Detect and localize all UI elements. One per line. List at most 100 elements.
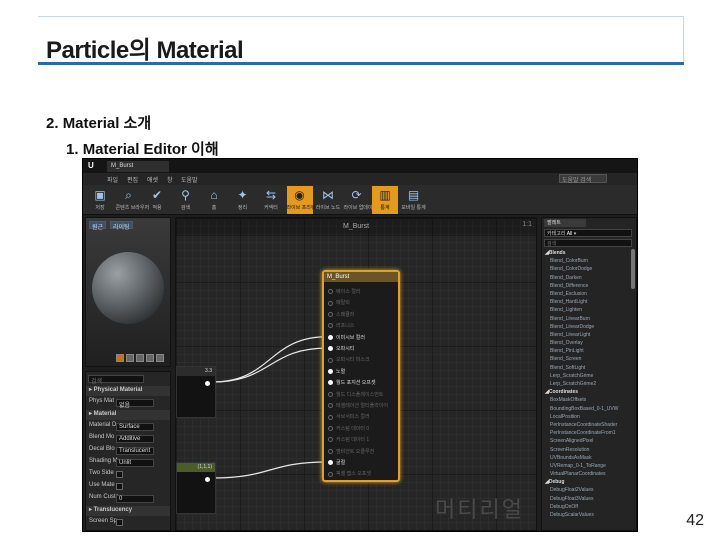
sphere-icon[interactable] [126, 354, 134, 362]
palette-item[interactable]: Blend_SoftLight [544, 364, 630, 372]
palette-tab[interactable]: 팔레트 [544, 219, 586, 227]
menu-window[interactable]: 창 [167, 175, 173, 184]
material-input-pin[interactable]: 커스텀 데이터 0 [328, 425, 369, 432]
menu-asset[interactable]: 애셋 [147, 175, 158, 184]
palette-item[interactable]: Blend_Lighten [544, 306, 630, 314]
document-tab[interactable]: M_Burst [107, 161, 169, 172]
palette-item[interactable]: Blend_ColorBurn [544, 257, 630, 265]
palette-item[interactable]: Blend_Difference [544, 282, 630, 290]
property-checkbox[interactable] [116, 483, 123, 490]
material-input-pin[interactable]: 오파시티 [328, 345, 354, 352]
material-input-pin[interactable]: 월드 포지션 오프셋 [328, 379, 376, 386]
palette-item[interactable]: Blend_HardLight [544, 298, 630, 306]
constant3vector-node[interactable]: (1,1,1) [176, 462, 216, 514]
material-input-pin[interactable]: 앰비언트 오클루전 [328, 448, 374, 455]
menu-edit[interactable]: 편집 [127, 175, 138, 184]
plane-icon[interactable] [136, 354, 144, 362]
output-pin[interactable] [205, 477, 210, 482]
palette-item[interactable]: DebugScalarValues [544, 511, 630, 519]
palette-item[interactable]: Blend_LinearBurn [544, 315, 630, 323]
toolbar-browse-button[interactable]: ⌕ 콘텐츠 브라우저 [116, 186, 150, 214]
palette-category-select[interactable]: 카테고리 All ▾ [544, 229, 632, 237]
preview-viewport[interactable]: 원근 라이팅 [85, 217, 171, 367]
property-value-field[interactable]: 0 [116, 495, 154, 503]
property-value-field[interactable]: Unlit [116, 459, 154, 467]
property-value-field[interactable]: Surface [116, 423, 154, 431]
property-checkbox[interactable] [116, 519, 123, 526]
material-input-pin[interactable]: 커스텀 데이터 1 [328, 436, 369, 443]
material-input-pin[interactable]: 테셀레이션 멀티플라이어 [328, 402, 388, 409]
toolbar-stats-button[interactable]: ▥ 통계 [372, 186, 398, 214]
material-input-pin[interactable]: 스페큘러 [328, 311, 354, 318]
palette-item[interactable]: UVBoundsAsMask [544, 454, 630, 462]
palette-item[interactable]: Blend_LinearLight [544, 331, 630, 339]
palette-item[interactable]: ScreenAlignedPixel [544, 437, 630, 445]
palette-item[interactable]: DebugOnOff [544, 503, 630, 511]
palette-item[interactable]: VirtualPlanarCoordinates [544, 470, 630, 478]
palette-item[interactable]: PerInstanceCoordinateFrom1 [544, 429, 630, 437]
property-value-field[interactable]: Translucent [116, 447, 154, 455]
help-search-input[interactable]: 도움말 검색 [559, 174, 607, 184]
cylinder-icon[interactable] [116, 354, 124, 362]
material-input-pin[interactable]: 월드 디스플레이스먼트 [328, 391, 383, 398]
palette-item[interactable]: Blend_Overlay [544, 339, 630, 347]
palette-item[interactable]: Blend_Exclusion [544, 290, 630, 298]
palette-item[interactable]: Lerp_ScratchGrime2 [544, 380, 630, 388]
material-input-pin[interactable]: 베이스 컬러 [328, 288, 360, 295]
palette-item[interactable]: DebugFloat2Values [544, 486, 630, 494]
palette-scrollbar[interactable] [631, 249, 635, 289]
palette-item[interactable]: BoundingBoxBased_0-1_UVW [544, 405, 630, 413]
toolbar-connectors-button[interactable]: ⇆ 커넥터 [258, 186, 284, 214]
output-pin[interactable] [205, 381, 210, 386]
material-input-pin[interactable]: 픽셀 뎁스 오프셋 [328, 470, 371, 477]
palette-item[interactable]: DebugFloat3Values [544, 495, 630, 503]
teapot-icon[interactable] [156, 354, 164, 362]
toolbar-live-nodes-button[interactable]: ⋈ 라이브 노드 [315, 186, 341, 214]
palette-category[interactable]: ◢Coordinates [544, 388, 630, 396]
palette-item[interactable]: Blend_ColorDodge [544, 265, 630, 273]
cube-icon[interactable] [146, 354, 154, 362]
toolbar-home-button[interactable]: ⌂ 홈 [201, 186, 227, 214]
palette-item[interactable]: Blend_Screen [544, 355, 630, 363]
material-input-pin[interactable]: 노멀 [328, 368, 345, 375]
property-value-field[interactable]: Additive [116, 435, 154, 443]
menu-help[interactable]: 도움말 [181, 175, 198, 184]
details-search-input[interactable]: 검색 [88, 375, 144, 385]
details-category[interactable]: ▸ Material [86, 410, 170, 420]
palette-category[interactable]: ◢Debug [544, 478, 630, 486]
palette-item[interactable]: ScreenResolution [544, 446, 630, 454]
palette-item[interactable]: BoxMaskOffsets [544, 396, 630, 404]
palette-item[interactable]: Lerp_ScratchGrime [544, 372, 630, 380]
palette-item[interactable]: Blend_LinearDodge [544, 323, 630, 331]
toolbar-apply-button[interactable]: ✔ 적용 [144, 186, 170, 214]
material-input-pin[interactable]: 오파시티 마스크 [328, 356, 370, 363]
toolbar-live-update-button[interactable]: ⟳ 라이브 업데이트 [344, 186, 378, 214]
property-checkbox[interactable] [116, 471, 123, 478]
palette-category[interactable]: ◢Blends [544, 249, 630, 257]
palette-item[interactable]: UVRemap_0-1_ToRange [544, 462, 630, 470]
material-result-node[interactable]: M_Burst 베이스 컬러 메탈릭 스페큘러 러프니스 이미시브 컬러 오파시티 오파시티… [322, 270, 400, 482]
property-value-field[interactable]: 없음 [116, 399, 154, 409]
toolbar-search-button[interactable]: ⚲ 검색 [173, 186, 199, 214]
toolbar-save-button[interactable]: ▣ 저장 [87, 186, 113, 214]
toolbar-live-preview-button[interactable]: ◉ 라이브 프리뷰 [286, 186, 316, 214]
viewport-lit-button[interactable]: 라이팅 [110, 221, 133, 231]
palette-search-input[interactable]: 검색 [544, 239, 632, 247]
toolbar-mobile-stats-button[interactable]: ▤ 모바일 통계 [401, 186, 427, 214]
material-input-pin[interactable]: 메탈릭 [328, 299, 350, 306]
material-input-pin[interactable]: 이미시브 컬러 [328, 334, 365, 341]
material-input-pin[interactable]: 러프니스 [328, 322, 354, 329]
viewport-perspective-button[interactable]: 원근 [89, 221, 107, 231]
details-category[interactable]: ▸ Translucency [86, 506, 170, 516]
toolbar-clean-button[interactable]: ✦ 정리 [230, 186, 256, 214]
menu-file[interactable]: 파일 [107, 175, 118, 184]
palette-item[interactable]: PerInstanceCoordinateShader [544, 421, 630, 429]
palette-item[interactable]: Blend_Darken [544, 274, 630, 282]
constant-node[interactable]: 3.3 [176, 366, 216, 418]
details-category[interactable]: ▸ Physical Material [86, 386, 170, 396]
palette-item[interactable]: LocalPosition [544, 413, 630, 421]
palette-item[interactable]: Blend_PinLight [544, 347, 630, 355]
material-input-pin[interactable]: 굴절 [328, 459, 345, 466]
material-input-pin[interactable]: 서브서피스 컬러 [328, 413, 370, 420]
material-graph[interactable]: M_Burst 1:1 3.3 (1,1,1) M_Burst 베이스 컬러 메탈… [175, 217, 537, 531]
